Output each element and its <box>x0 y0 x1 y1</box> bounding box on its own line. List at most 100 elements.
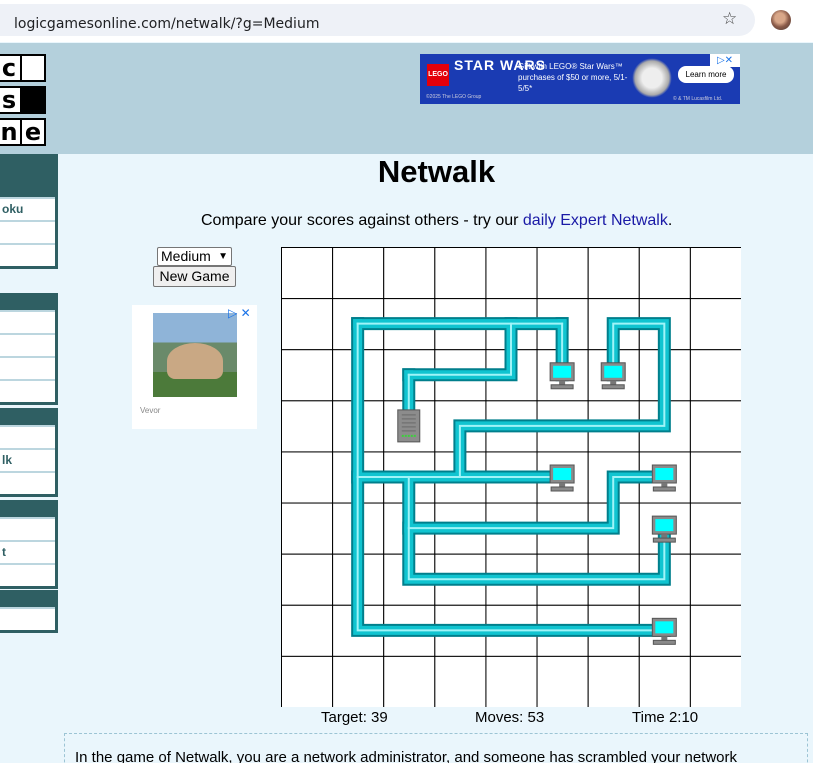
sidebar-item[interactable] <box>0 517 55 540</box>
sidebar-item[interactable] <box>0 356 55 379</box>
timer-label: Time 2:10 <box>632 709 699 726</box>
address-bar[interactable]: logicgamesonline.com/netwalk/?g=Medium <box>0 4 755 36</box>
game-description: In the game of Netwalk, you are a networ… <box>64 733 808 763</box>
bookmark-star-icon[interactable]: ☆ <box>722 9 737 29</box>
sidebar-item[interactable] <box>0 471 55 494</box>
board-cell[interactable] <box>689 502 741 555</box>
computer-screen <box>553 468 572 480</box>
logo-cell: c <box>0 54 22 82</box>
computer-screen <box>655 621 674 634</box>
sidebar-group <box>0 590 58 633</box>
tent-image <box>167 343 223 379</box>
profile-avatar[interactable] <box>771 10 791 30</box>
board-cell[interactable] <box>281 502 334 555</box>
board-cell[interactable] <box>281 604 334 657</box>
sidebar-group-header <box>0 593 55 607</box>
learn-more-button[interactable]: Learn more <box>678 66 734 83</box>
sidebar-item[interactable] <box>0 425 55 448</box>
ad-choices-icon[interactable]: ▷ ✕ <box>228 306 251 320</box>
board-cell[interactable] <box>281 247 334 300</box>
board-cell[interactable] <box>689 604 741 657</box>
sidebar-item[interactable] <box>0 310 55 333</box>
board-cell[interactable] <box>587 247 640 300</box>
ad-text: Gift with LEGO® Star Wars™ purchases of … <box>518 62 628 93</box>
sidebar-group-header <box>0 503 55 517</box>
daily-expert-link[interactable]: daily Expert Netwalk <box>523 212 668 229</box>
compare-period: . <box>667 212 673 229</box>
computer-neck <box>559 380 566 385</box>
difficulty-select[interactable]: Medium ▼ <box>157 247 232 266</box>
browser-toolbar: logicgamesonline.com/netwalk/?g=Medium ☆ <box>0 0 813 42</box>
sidebar-item[interactable]: lk <box>0 448 55 471</box>
board-cell[interactable] <box>281 349 334 402</box>
board-cell[interactable] <box>383 655 436 707</box>
board-cell[interactable] <box>587 655 640 707</box>
computer-base <box>652 639 676 645</box>
board-cell[interactable] <box>383 247 436 300</box>
board-cell[interactable] <box>689 451 741 504</box>
sidebar-item[interactable]: t <box>0 540 55 563</box>
computer-base <box>550 384 574 390</box>
board-cell[interactable] <box>434 247 487 300</box>
moves-label: Moves: 53 <box>475 709 545 726</box>
board-cell[interactable] <box>638 247 691 300</box>
site-logo[interactable]: c s n e <box>0 54 50 149</box>
ad-choices-icon[interactable]: ▷✕ <box>710 54 740 67</box>
board-cell[interactable] <box>281 298 334 351</box>
url-text[interactable]: logicgamesonline.com/netwalk/?g=Medium <box>14 16 319 32</box>
sidebar-item[interactable] <box>0 607 55 630</box>
ad-fine-print: ©2025 The LEGO Group <box>426 94 482 100</box>
header-ad-banner[interactable]: LEGO STAR WARS Gift with LEGO® Star Wars… <box>420 54 740 104</box>
sidebar-item[interactable] <box>0 333 55 356</box>
board-cell[interactable] <box>689 298 741 351</box>
side-ad[interactable]: ▷ ✕ Vevor <box>132 305 257 429</box>
computer-screen <box>604 365 623 378</box>
board-cell[interactable] <box>689 553 741 606</box>
sidebar-item[interactable] <box>0 220 55 243</box>
board-svg[interactable] <box>281 247 741 707</box>
game-board[interactable] <box>281 247 741 707</box>
spaceship-image <box>632 58 672 98</box>
computer-neck <box>559 483 566 487</box>
sidebar-item[interactable] <box>0 379 55 402</box>
ad-image <box>153 313 237 397</box>
board-cell[interactable] <box>689 349 741 402</box>
board-cell[interactable] <box>434 655 487 707</box>
board-cell[interactable] <box>332 655 385 707</box>
board-cell[interactable] <box>689 400 741 453</box>
computer-base <box>652 537 676 543</box>
computer-neck <box>661 534 668 539</box>
new-game-button[interactable]: New Game <box>153 266 236 287</box>
compare-text: Compare your scores against others - try… <box>201 212 672 230</box>
board-cell[interactable] <box>536 247 589 300</box>
computer-base <box>550 486 574 492</box>
sidebar-item[interactable] <box>0 563 55 586</box>
computer-neck <box>610 380 617 385</box>
sidebar-item[interactable] <box>0 243 55 266</box>
logo-cell: e <box>20 118 46 146</box>
sidebar-group: lk <box>0 408 58 497</box>
computer-screen <box>553 365 572 378</box>
board-cell[interactable] <box>536 655 589 707</box>
sidebar-group-header <box>0 296 55 310</box>
sidebar-group-header <box>0 411 55 425</box>
ad-brand: Vevor <box>140 406 161 415</box>
board-cell[interactable] <box>281 553 334 606</box>
chevron-down-icon: ▼ <box>218 251 228 262</box>
logo-cell: n <box>0 118 22 146</box>
board-cell[interactable] <box>281 655 334 707</box>
board-cell[interactable] <box>689 247 741 300</box>
board-cell[interactable] <box>485 655 538 707</box>
board-cell[interactable] <box>485 247 538 300</box>
computer-neck <box>661 636 668 641</box>
board-cell[interactable] <box>281 451 334 504</box>
board-cell[interactable] <box>281 400 334 453</box>
board-cell[interactable] <box>332 247 385 300</box>
target-label: Target: 39 <box>321 709 388 726</box>
computer-base <box>652 486 676 492</box>
lego-logo: LEGO <box>427 64 449 86</box>
sidebar-group: t <box>0 500 58 589</box>
board-cell[interactable] <box>689 655 741 707</box>
board-cell[interactable] <box>638 655 691 707</box>
sidebar-item[interactable]: oku <box>0 197 55 220</box>
